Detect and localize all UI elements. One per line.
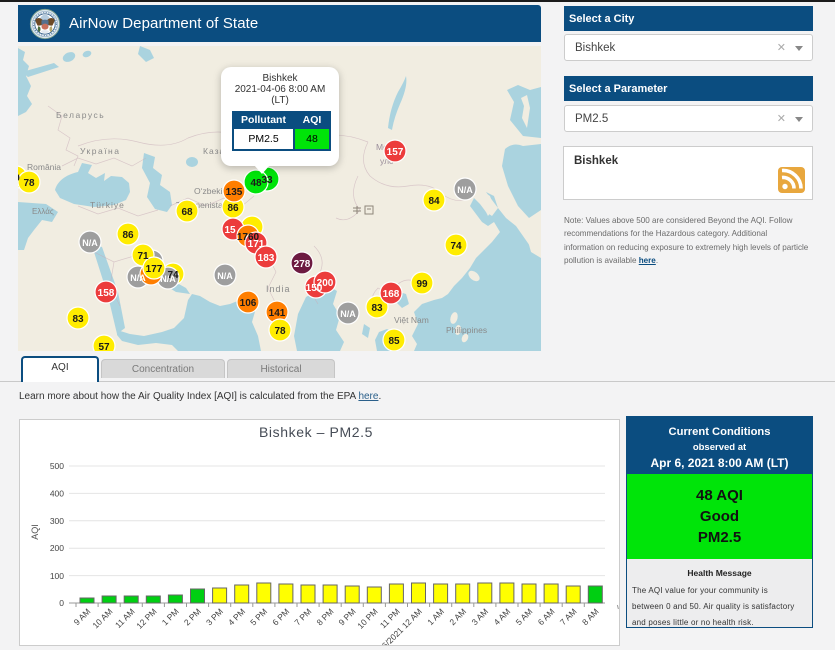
svg-text:6 AM: 6 AM <box>536 606 557 627</box>
svg-text:Philippines: Philippines <box>446 325 487 335</box>
svg-text:N/A: N/A <box>160 274 176 284</box>
svg-text:1 AM: 1 AM <box>425 606 446 627</box>
svg-text:78: 78 <box>274 326 286 337</box>
svg-text:4 PM: 4 PM <box>226 606 247 627</box>
svg-text:100: 100 <box>50 571 64 581</box>
svg-text:7 PM: 7 PM <box>292 606 313 627</box>
svg-text:0: 0 <box>59 598 64 608</box>
svg-text:200: 200 <box>50 543 64 553</box>
svg-text:171: 171 <box>248 239 265 250</box>
svg-text:300: 300 <box>50 516 64 526</box>
svg-text:N/A: N/A <box>217 271 233 281</box>
svg-text:158: 158 <box>98 288 115 299</box>
svg-text:86: 86 <box>122 230 134 241</box>
svg-text:278: 278 <box>294 259 311 270</box>
svg-text:1 PM: 1 PM <box>160 606 181 627</box>
svg-text:71: 71 <box>137 251 149 262</box>
svg-text:141: 141 <box>269 308 286 319</box>
svg-text:106: 106 <box>240 298 257 309</box>
svg-text:85: 85 <box>388 336 400 347</box>
svg-text:400: 400 <box>50 488 64 498</box>
svg-text:33: 33 <box>261 175 273 186</box>
svg-text:Беларусь: Беларусь <box>56 110 105 120</box>
svg-text:2 AM: 2 AM <box>447 606 468 627</box>
svg-text:8 PM: 8 PM <box>314 606 335 627</box>
svg-text:86: 86 <box>227 203 239 214</box>
svg-text:83: 83 <box>371 303 383 314</box>
svg-text:57: 57 <box>98 342 110 351</box>
svg-text:157: 157 <box>387 147 404 158</box>
svg-text:România: România <box>27 162 61 172</box>
svg-text:5 AM: 5 AM <box>514 606 535 627</box>
svg-text:Ελλάς: Ελλάς <box>32 207 54 216</box>
svg-text:48: 48 <box>250 178 262 189</box>
svg-text:Việt Nam: Việt Nam <box>394 315 429 325</box>
svg-text:7 AM: 7 AM <box>558 606 579 627</box>
svg-text:N/A: N/A <box>340 309 356 319</box>
svg-text:200: 200 <box>317 278 334 289</box>
svg-text:3 AM: 3 AM <box>469 606 490 627</box>
svg-text:12 PM: 12 PM <box>134 606 158 630</box>
svg-text:AQI: AQI <box>30 524 40 540</box>
svg-text:183: 183 <box>258 253 275 264</box>
svg-text:9 AM: 9 AM <box>72 606 93 627</box>
svg-text:6 PM: 6 PM <box>270 606 291 627</box>
svg-text:8 AM: 8 AM <box>580 606 601 627</box>
svg-text:N/A: N/A <box>130 273 146 283</box>
svg-text:N/A: N/A <box>457 185 473 195</box>
svg-text:10 PM: 10 PM <box>355 606 379 630</box>
svg-text:N/A: N/A <box>82 238 98 248</box>
svg-text:India: India <box>266 284 291 294</box>
svg-text:11 AM: 11 AM <box>113 606 137 630</box>
svg-text:74: 74 <box>450 241 462 252</box>
svg-text:5 PM: 5 PM <box>248 606 269 627</box>
svg-text:2 PM: 2 PM <box>182 606 203 627</box>
svg-text:168: 168 <box>383 289 400 300</box>
svg-text:3 PM: 3 PM <box>204 606 225 627</box>
svg-text:Türkiye: Türkiye <box>90 200 125 210</box>
svg-text:68: 68 <box>181 207 193 218</box>
svg-text:99: 99 <box>416 279 428 290</box>
svg-text:500: 500 <box>50 461 64 471</box>
svg-text:83: 83 <box>72 314 84 325</box>
svg-text:10 AM: 10 AM <box>90 606 114 630</box>
svg-text:135: 135 <box>226 187 243 198</box>
svg-text:Україна: Україна <box>80 146 120 156</box>
svg-text:Bishkek – PM2.5: Bishkek – PM2.5 <box>259 424 373 440</box>
svg-text:15: 15 <box>224 225 236 236</box>
svg-text:4 AM: 4 AM <box>492 606 513 627</box>
svg-text:84: 84 <box>428 196 440 207</box>
svg-text:78: 78 <box>23 178 35 189</box>
